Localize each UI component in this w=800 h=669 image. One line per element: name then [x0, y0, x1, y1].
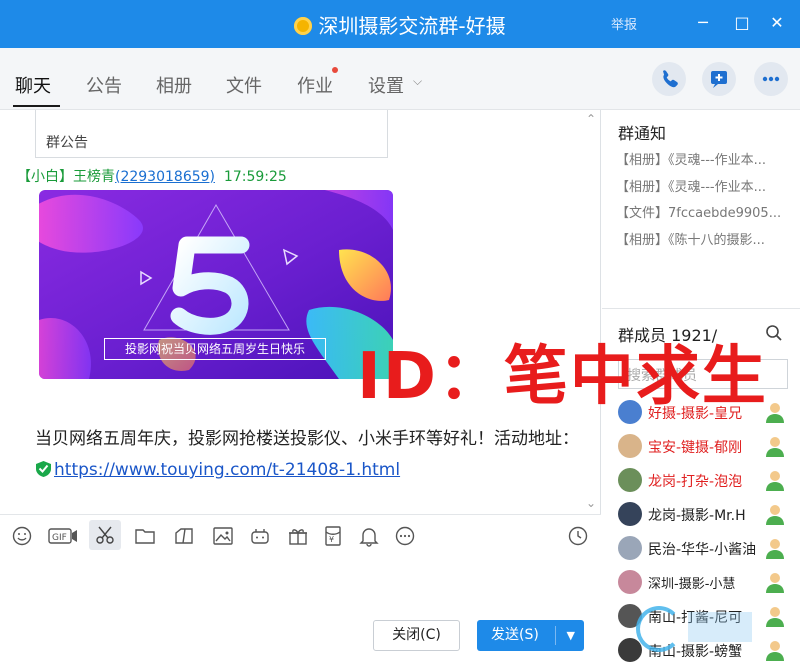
panel-divider	[602, 308, 800, 309]
report-button[interactable]: 举报	[611, 14, 637, 33]
tab-announcement[interactable]: 公告	[86, 72, 122, 98]
group-notice-title: 群通知	[618, 124, 667, 143]
member-role-icon	[766, 505, 784, 525]
notice-item[interactable]: 【相册】《灵魂---作业本...	[616, 176, 788, 195]
tab-chat[interactable]: 聊天	[15, 72, 51, 98]
notice-item[interactable]: 【相册】《灵魂---作业本...	[616, 149, 788, 168]
minimize-button[interactable]: ─	[693, 12, 713, 34]
phone-icon	[663, 70, 678, 88]
message-sender: 【小白】王榜青(2293018659) 17:59:25	[17, 169, 287, 185]
more-icon	[762, 76, 780, 82]
gift-icon[interactable]	[287, 525, 309, 547]
member-name: 民治-华华-小酱油	[648, 542, 757, 558]
member-role-icon	[766, 607, 784, 627]
member-role-icon	[766, 573, 784, 593]
add-app-button[interactable]	[702, 62, 736, 96]
safe-link-shield-icon	[36, 461, 51, 477]
message-body: 当贝网络五周年庆，投影网抢楼送投影仪、小米手环等好礼！活动地址：https://…	[35, 429, 579, 480]
member-name: 宝安-键摄-郁刚	[648, 440, 743, 456]
member-name: 深圳-摄影-小慧	[648, 577, 736, 592]
avatar	[618, 434, 642, 458]
avatar	[618, 468, 642, 492]
active-tab-indicator	[13, 105, 60, 107]
tab-bar: 聊天 公告 相册 文件 作业 设置 ⌵	[0, 48, 800, 110]
chat-history[interactable]: 群公告 ⌃ 【小白】王榜青(2293018659) 17:59:25 投影网祝当…	[0, 110, 601, 514]
homework-notification-dot	[332, 67, 338, 73]
send-options-chevron-icon[interactable]: ▼	[567, 620, 575, 651]
image-icon[interactable]	[212, 525, 234, 547]
avatar	[618, 536, 642, 560]
send-button[interactable]: 发送(S) ▼	[477, 620, 584, 651]
window-title: 深圳摄影交流群-好摄	[0, 10, 800, 39]
history-clock-icon[interactable]	[567, 525, 589, 547]
tab-files[interactable]: 文件	[226, 72, 262, 98]
message-time: 17:59:25	[223, 169, 287, 185]
maximize-button[interactable]: □	[732, 12, 752, 34]
avatar	[618, 502, 642, 526]
group-notice-label: 群公告	[46, 135, 88, 151]
svg-text:¥: ¥	[329, 535, 334, 544]
message-input[interactable]	[0, 554, 601, 669]
more-icon[interactable]	[394, 525, 416, 547]
call-button[interactable]	[652, 62, 686, 96]
member-name: 龙岗-摄影-Mr.H	[648, 508, 746, 524]
folder-icon[interactable]	[134, 525, 156, 547]
activity-link[interactable]: https://www.touying.com/t-21408-1.html	[54, 460, 400, 480]
collapse-up-icon[interactable]: ⌃	[586, 112, 596, 126]
group-notice-card[interactable]: 群公告	[35, 110, 388, 158]
scissors-icon[interactable]	[89, 520, 121, 550]
add-chat-icon	[711, 71, 727, 88]
member-item[interactable]: 宝安-键摄-郁刚	[618, 429, 800, 463]
avatar	[618, 638, 642, 662]
send-button-label: 发送(S)	[491, 627, 539, 643]
more-options-button[interactable]	[754, 62, 788, 96]
sender-qq-link[interactable]: (2293018659)	[115, 169, 215, 185]
member-item[interactable]: 深圳-摄影-小慧	[618, 565, 800, 599]
gif-icon[interactable]: GIF	[48, 525, 78, 547]
group-badge-icon	[294, 17, 313, 35]
notice-item[interactable]: 【相册】《陈十八的摄影...	[616, 229, 788, 248]
game-icon[interactable]	[249, 525, 271, 547]
chevron-down-icon: ⌵	[413, 74, 423, 88]
redpacket-icon[interactable]: ¥	[322, 525, 344, 547]
notice-item[interactable]: 【文件】7fccaebde9905...	[616, 202, 788, 221]
watermark-logo-text	[688, 612, 752, 642]
member-item[interactable]: 民治-华华-小酱油	[618, 531, 800, 565]
member-item[interactable]: 龙岗-打杂-泡泡	[618, 463, 800, 497]
tab-homework[interactable]: 作业	[297, 72, 333, 98]
member-role-icon	[766, 471, 784, 491]
emoji-icon[interactable]	[11, 525, 33, 547]
svg-text:GIF: GIF	[52, 533, 67, 543]
avatar	[618, 570, 642, 594]
member-item[interactable]: 龙岗-摄影-Mr.H	[618, 497, 800, 531]
input-toolbar: GIF ¥	[0, 514, 601, 554]
banner-caption: 投影网祝当贝网络五周岁生日快乐	[104, 338, 326, 360]
close-button[interactable]: 关闭(C)	[373, 620, 460, 651]
member-role-icon	[766, 539, 784, 559]
watermark-text: ID：笔中求生	[357, 340, 768, 414]
shape-icon[interactable]	[173, 525, 195, 547]
member-role-icon	[766, 641, 784, 661]
collapse-down-icon[interactable]: ⌄	[586, 496, 596, 510]
member-role-icon	[766, 437, 784, 457]
bell-icon[interactable]	[358, 525, 380, 547]
member-role-icon	[766, 403, 784, 423]
close-window-button[interactable]: ✕	[767, 12, 787, 34]
tab-settings[interactable]: 设置	[368, 72, 404, 98]
watermark-logo-icon	[636, 606, 682, 652]
title-bar: 深圳摄影交流群-好摄 举报 ─ □ ✕	[0, 0, 800, 48]
promo-banner-image[interactable]: 投影网祝当贝网络五周岁生日快乐	[39, 190, 393, 379]
member-name: 龙岗-打杂-泡泡	[648, 474, 743, 490]
tab-album[interactable]: 相册	[156, 72, 192, 98]
send-split-divider	[555, 626, 556, 645]
